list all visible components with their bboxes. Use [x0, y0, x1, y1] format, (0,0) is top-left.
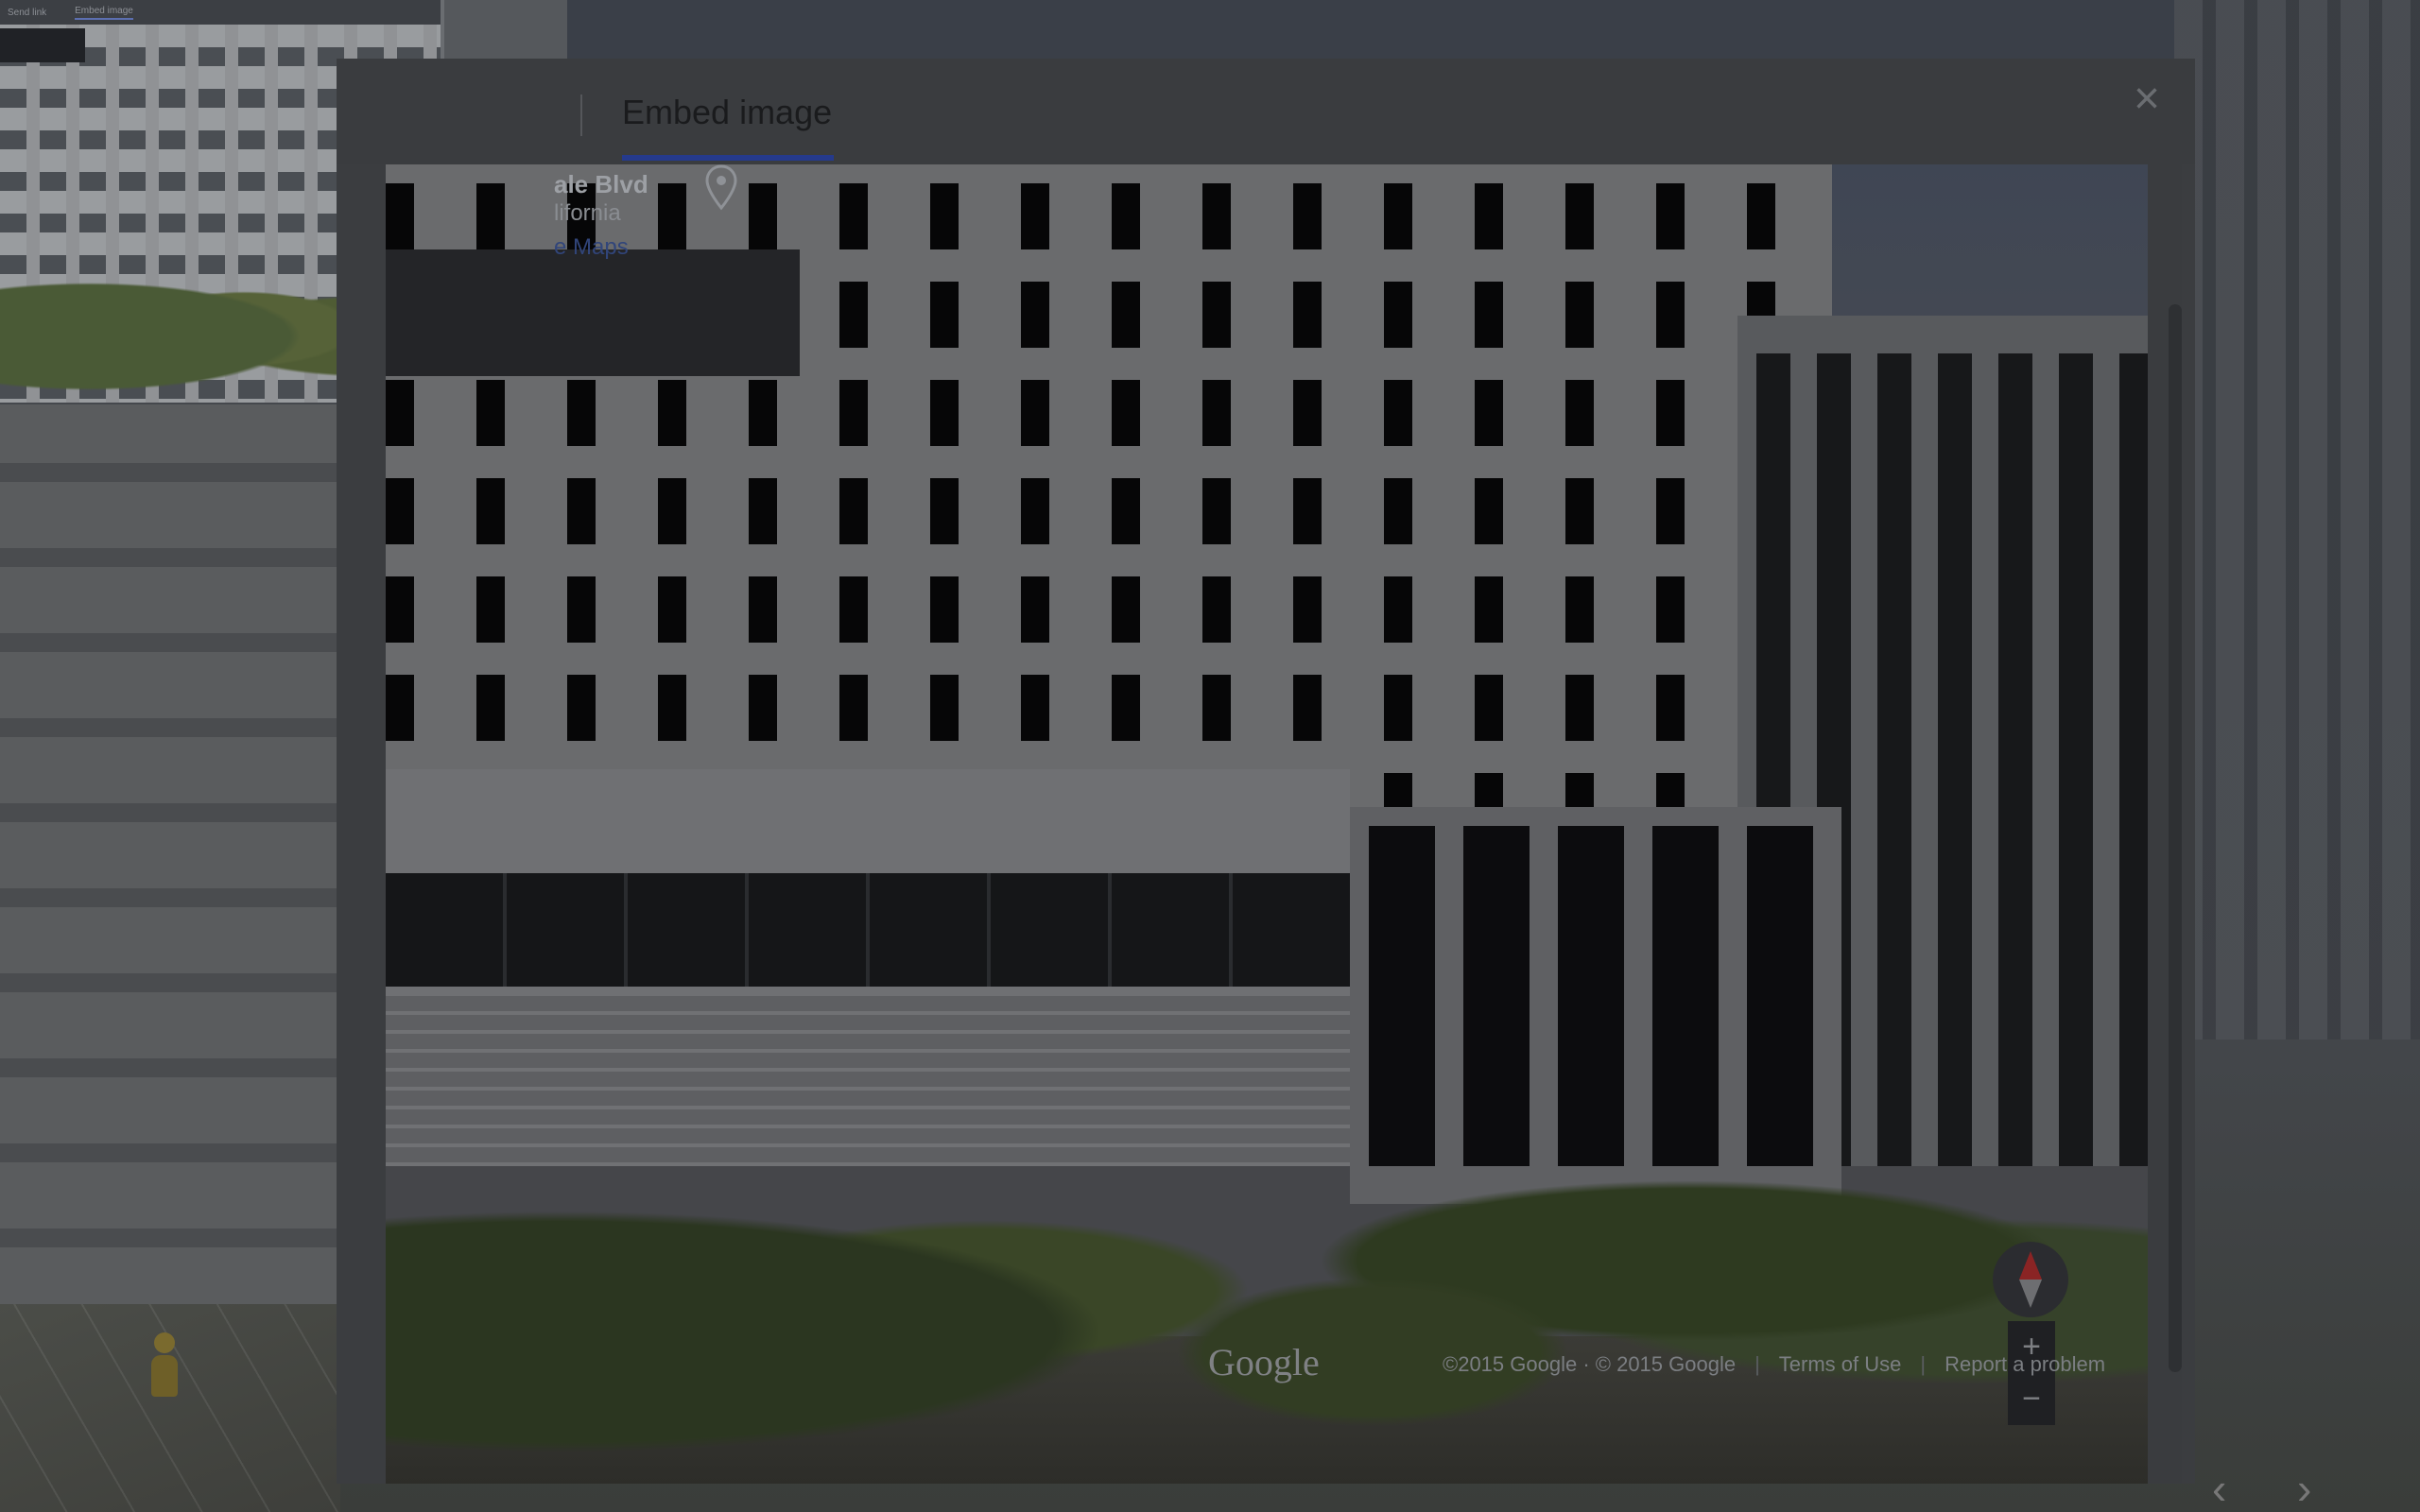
pegman-body — [151, 1355, 178, 1397]
next-arrow-icon[interactable]: › — [2297, 1463, 2311, 1512]
embed-preview-street-view[interactable] — [386, 164, 2148, 1484]
compass-icon[interactable] — [1993, 1242, 2068, 1317]
background-building — [2174, 0, 2420, 1040]
pegman-icon[interactable] — [151, 1332, 178, 1399]
thumbnail-address-card — [0, 28, 85, 62]
thumbnail-tab-send-link: Send link — [8, 7, 47, 18]
dialog-scrollbar-thumb[interactable] — [2169, 304, 2182, 1372]
terms-link[interactable]: Terms of Use — [1779, 1352, 1902, 1377]
active-tab-indicator — [622, 155, 834, 161]
close-icon[interactable]: × — [2123, 76, 2170, 123]
address-line-1: ale Blvd — [554, 170, 648, 198]
report-problem-link[interactable]: Report a problem — [1945, 1352, 2105, 1377]
tab-separator — [580, 94, 582, 136]
background-building-left — [0, 397, 340, 1304]
share-dialog: Embed image × ale Blvd lifornia e Maps +… — [337, 59, 2195, 1484]
compass-south — [2019, 1280, 2042, 1308]
view-on-maps-link[interactable]: e Maps — [554, 234, 629, 261]
building-glass-band — [386, 873, 1350, 987]
address-card — [386, 249, 800, 376]
trees — [386, 977, 2148, 1484]
copyright-text: ©2015 Google · © 2015 Google — [1443, 1352, 1737, 1376]
compass-north — [2019, 1251, 2042, 1280]
location-pin-icon[interactable] — [705, 164, 737, 212]
pegman-head — [154, 1332, 175, 1353]
prev-arrow-icon[interactable]: ‹ — [2212, 1463, 2226, 1512]
google-watermark: Google — [1208, 1341, 1320, 1383]
dialog-header: Embed image × — [337, 59, 2195, 164]
zoom-out-button[interactable]: − — [2008, 1373, 2055, 1425]
map-footer: ©2015 Google · © 2015 Google | Terms of … — [1443, 1352, 2106, 1377]
tab-embed-image[interactable]: Embed image — [622, 93, 832, 132]
address-line-2: lifornia — [554, 200, 621, 226]
thumbnail-tab-embed-image: Embed image — [75, 6, 133, 20]
